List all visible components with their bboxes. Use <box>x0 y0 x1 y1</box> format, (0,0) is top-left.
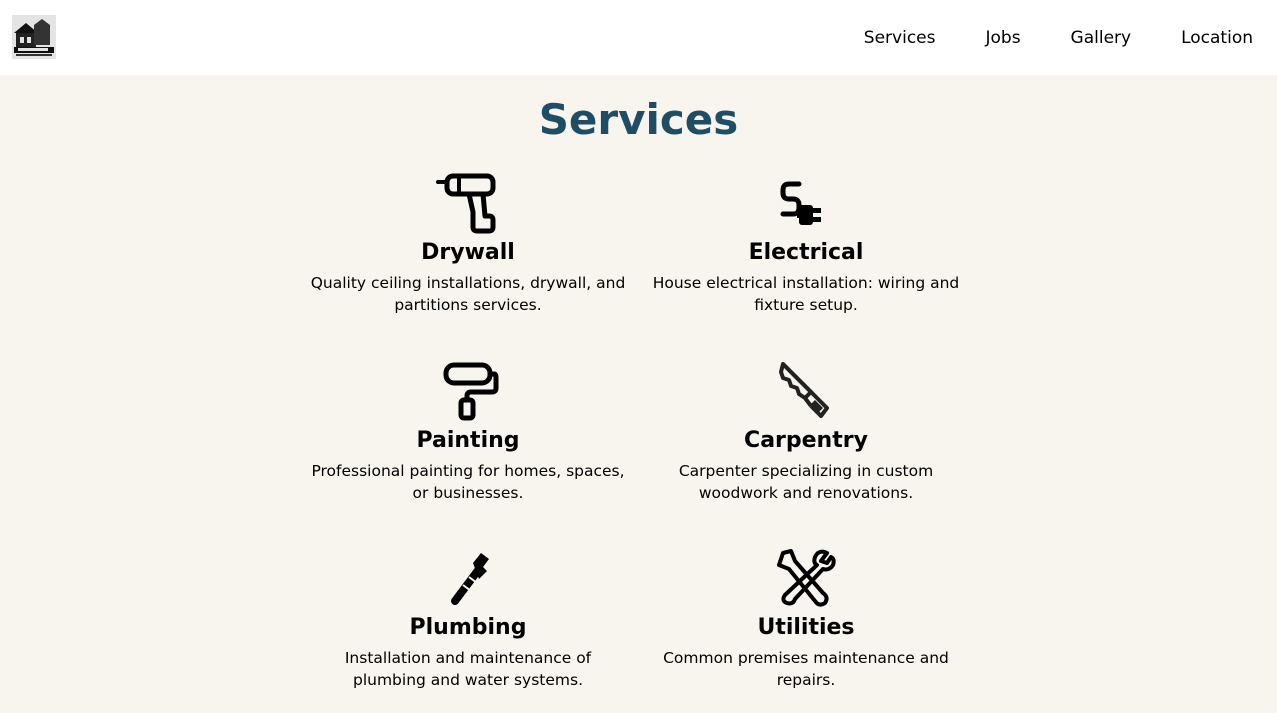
drill-icon <box>436 173 496 234</box>
service-card-painting: Painting Professional painting for homes… <box>308 360 628 504</box>
service-description: Installation and maintenance of plumbing… <box>344 649 592 689</box>
service-card-electrical: Electrical House electrical installation… <box>646 172 966 316</box>
page-title: Services <box>538 95 739 144</box>
company-logo[interactable] <box>12 15 56 59</box>
service-title: Painting <box>416 428 520 453</box>
plug-icon <box>780 181 821 225</box>
service-title: Electrical <box>748 240 864 265</box>
service-title: Drywall <box>421 240 515 265</box>
nav-link-jobs[interactable]: Jobs <box>985 27 1020 49</box>
service-description: Carpenter specializing in custom woodwor… <box>678 462 934 502</box>
service-card-drywall: Drywall Quality ceiling installations, d… <box>308 172 628 316</box>
nav-link-services[interactable]: Services <box>864 27 936 49</box>
service-description: Quality ceiling installations, drywall, … <box>310 274 626 314</box>
service-title: Plumbing <box>409 615 527 640</box>
service-title: Carpentry <box>744 428 868 453</box>
service-card-utilities: Utilities Common premises maintenance an… <box>646 547 966 691</box>
service-description: Common premises maintenance and repairs. <box>663 649 949 689</box>
nav-link-location[interactable]: Location <box>1181 27 1253 49</box>
site-header: Services Jobs Gallery Location <box>0 0 1277 75</box>
service-title: Utilities <box>757 615 855 640</box>
service-card-carpentry: Carpentry Carpenter specializing in cust… <box>646 360 966 504</box>
saw-icon <box>779 362 829 418</box>
tools-icon <box>777 549 836 607</box>
pipe-wrench-icon <box>451 553 489 605</box>
service-card-plumbing: Plumbing Installation and maintenance of… <box>308 547 628 691</box>
main-nav: Services Jobs Gallery Location <box>864 27 1253 49</box>
service-description: Professional painting for homes, spaces,… <box>311 462 625 502</box>
nav-link-gallery[interactable]: Gallery <box>1071 27 1132 49</box>
service-description: House electrical installation: wiring an… <box>652 274 960 314</box>
paint-roller-icon <box>443 362 499 421</box>
services-section: Services Drywall Quality ceiling install… <box>0 75 1277 713</box>
